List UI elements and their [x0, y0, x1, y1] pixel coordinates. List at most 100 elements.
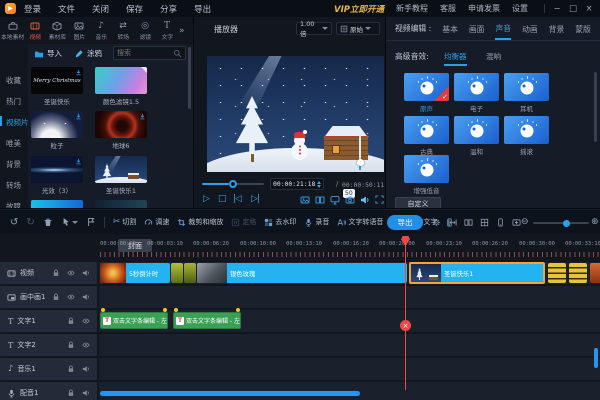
- monitor-icon[interactable]: [330, 195, 340, 205]
- eye-icon[interactable]: [82, 317, 90, 325]
- tab-text[interactable]: T文字: [156, 21, 178, 41]
- media-item-partial[interactable]: [31, 200, 83, 208]
- menu-export[interactable]: 导出: [194, 3, 211, 15]
- delete-icon[interactable]: [43, 217, 53, 227]
- zoom-in-icon[interactable]: ⊕: [591, 217, 599, 227]
- lock-icon[interactable]: [67, 341, 75, 349]
- menu-close-project[interactable]: 关闭: [92, 3, 109, 15]
- seek-bar[interactable]: [202, 183, 264, 185]
- record-audio-tool[interactable]: 录音: [304, 217, 329, 227]
- ratio-dropdown[interactable]: 原始: [336, 22, 380, 35]
- volume-slider-handle[interactable]: [357, 159, 364, 166]
- media-item-christmas-text[interactable]: Merry Christmas: [31, 67, 83, 94]
- text-clip-1[interactable]: T 双击文字条编辑 - 左右: [100, 312, 168, 329]
- track-header-voiceover[interactable]: 配音1: [0, 382, 97, 400]
- undo-icon[interactable]: ↺: [10, 217, 18, 228]
- import-button[interactable]: 导入: [34, 48, 62, 59]
- search-box[interactable]: [113, 46, 186, 60]
- step-up-icon[interactable]: [317, 181, 321, 184]
- eye-icon[interactable]: [82, 341, 90, 349]
- tab-animation[interactable]: 动画: [522, 19, 538, 39]
- volume-slider[interactable]: [359, 134, 361, 170]
- track-header-video[interactable]: 视频: [0, 262, 97, 284]
- tab-basic[interactable]: 基本: [442, 19, 458, 39]
- track-header-text1[interactable]: T 文字1: [0, 310, 97, 332]
- menu-share[interactable]: 分享: [160, 3, 177, 15]
- add-track-icon[interactable]: [512, 218, 521, 227]
- render-settings-icon[interactable]: [432, 218, 441, 227]
- tab-mask[interactable]: 蒙版: [575, 19, 591, 39]
- clip-thumb[interactable]: [548, 263, 566, 283]
- media-item-christmas-scene[interactable]: [95, 156, 147, 183]
- text-to-speech-tool[interactable]: 文字转语音: [337, 217, 383, 227]
- tab-filter[interactable]: ◎滤镜: [134, 21, 156, 41]
- marker-icon[interactable]: [86, 217, 96, 227]
- vip-upgrade-button[interactable]: VIP立即开通: [334, 3, 384, 15]
- previous-frame-button[interactable]: |◁: [233, 193, 241, 205]
- category-background[interactable]: 背景: [6, 159, 28, 170]
- track-lane-text2[interactable]: [99, 334, 600, 356]
- preset-rock[interactable]: [504, 116, 549, 144]
- lock-icon[interactable]: [52, 293, 60, 301]
- playhead-line[interactable]: [405, 238, 406, 390]
- preset-electronic[interactable]: [454, 73, 499, 101]
- eye-icon[interactable]: [67, 293, 75, 301]
- download-icon[interactable]: [139, 112, 146, 121]
- lock-icon[interactable]: [67, 365, 75, 373]
- track-lane-pip[interactable]: [99, 286, 600, 308]
- panel-icon[interactable]: [496, 218, 505, 227]
- current-time-box[interactable]: 00:00:21:18: [270, 178, 324, 190]
- clip-christmas-selected[interactable]: 圣诞快乐1: [409, 262, 545, 284]
- subtab-reverb[interactable]: 混响: [486, 51, 501, 62]
- play-button[interactable]: ▷: [203, 193, 210, 205]
- cut-tool[interactable]: ✂切割: [113, 217, 137, 227]
- tab-background[interactable]: 背景: [549, 19, 565, 39]
- preset-headphone[interactable]: [504, 73, 549, 101]
- media-item-light-effect[interactable]: [31, 156, 83, 183]
- seek-handle[interactable]: [229, 180, 237, 188]
- edit-panel-scrollbar[interactable]: [594, 72, 597, 142]
- grid-view-icon[interactable]: [480, 218, 489, 227]
- media-scrollbar[interactable]: [188, 47, 191, 109]
- media-item-partial[interactable]: [95, 200, 147, 208]
- lock-icon[interactable]: [52, 269, 60, 277]
- snapshot-camera-icon[interactable]: [345, 195, 355, 205]
- lock-icon[interactable]: [67, 317, 75, 325]
- custom-button[interactable]: 自定义: [395, 197, 441, 208]
- pointer-tool[interactable]: [61, 217, 78, 227]
- text-clip-2[interactable]: T 双击文字条编辑 - 左右: [173, 312, 241, 329]
- download-icon[interactable]: [75, 68, 82, 77]
- menu-login[interactable]: 登录: [24, 3, 41, 15]
- vertical-scrollbar[interactable]: [594, 348, 598, 368]
- expand-tabs-icon[interactable]: »: [179, 26, 185, 36]
- eye-icon[interactable]: [67, 269, 75, 277]
- next-frame-button[interactable]: ▷|: [251, 193, 259, 205]
- clip-thumb[interactable]: [171, 263, 183, 283]
- tab-video[interactable]: 视频: [24, 21, 46, 41]
- fullscreen-icon[interactable]: [375, 195, 384, 204]
- maximize-button[interactable]: □: [565, 4, 581, 14]
- clip-silver-rose[interactable]: 银色玫瑰: [197, 263, 407, 283]
- zoom-out-icon[interactable]: ⊖: [521, 217, 529, 227]
- preset-classical[interactable]: [404, 116, 449, 144]
- close-button[interactable]: ×: [581, 4, 597, 14]
- fit-timeline-icon[interactable]: [448, 218, 457, 227]
- minimize-button[interactable]: −: [549, 4, 565, 14]
- tab-library[interactable]: 素材库: [46, 21, 68, 41]
- menu-file[interactable]: 文件: [58, 3, 75, 15]
- clip-countdown[interactable]: 5秒倒计时: [100, 263, 170, 283]
- clip-thumb[interactable]: [590, 263, 600, 283]
- menu-invoice[interactable]: 申请发票: [468, 3, 500, 14]
- speaker-icon[interactable]: [82, 293, 90, 301]
- track-header-music[interactable]: ♪ 音乐1: [0, 358, 97, 380]
- time-stepper[interactable]: [317, 181, 321, 188]
- stop-button[interactable]: □: [218, 193, 227, 205]
- tab-local-media[interactable]: 本地素材: [2, 21, 24, 41]
- track-header-text2[interactable]: T 文字2: [0, 334, 97, 356]
- category-favorites[interactable]: 收藏: [6, 75, 28, 86]
- volume-icon[interactable]: [360, 195, 370, 205]
- frame-grab-icon[interactable]: [300, 195, 310, 205]
- tab-music[interactable]: ♪音乐: [90, 21, 112, 41]
- subtab-equalizer[interactable]: 均衡器: [444, 51, 467, 66]
- remove-watermark-tool[interactable]: 去水印: [264, 217, 296, 227]
